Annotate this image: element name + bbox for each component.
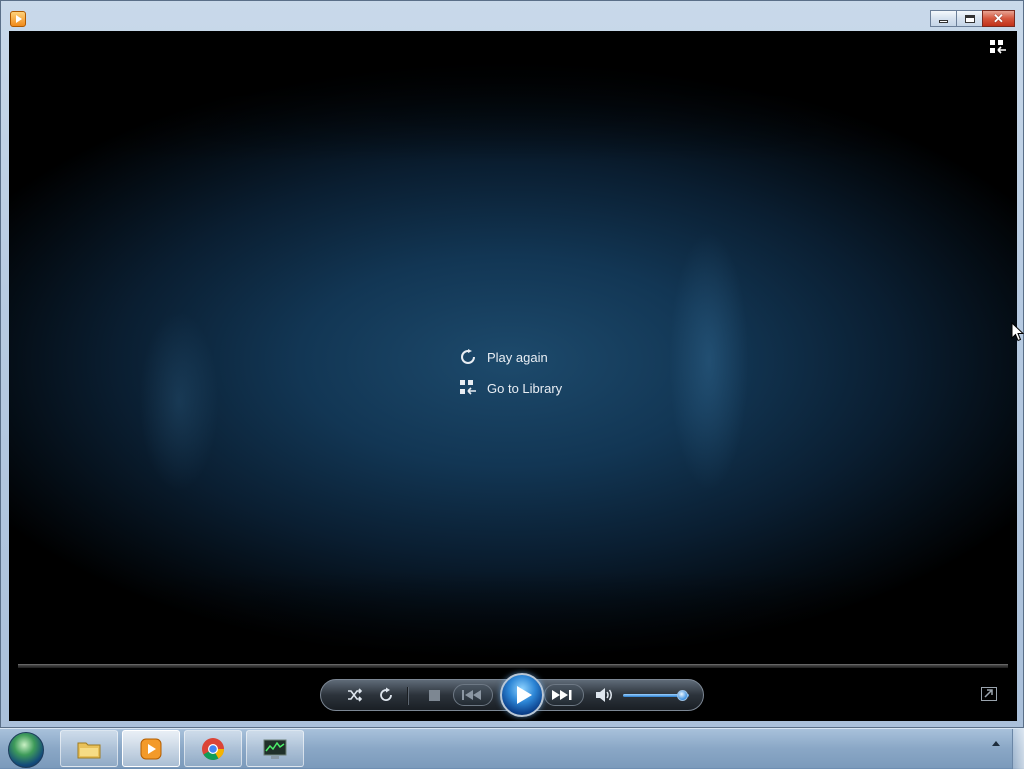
- now-playing-area: Play again Go to Library: [9, 31, 1017, 721]
- media-player-app-icon[interactable]: [10, 11, 26, 27]
- taskbar-item-windows-explorer[interactable]: [60, 730, 118, 767]
- folder-icon: [77, 742, 101, 759]
- mute-button[interactable]: [595, 686, 615, 704]
- shuffle-icon: [348, 688, 363, 702]
- start-button[interactable]: [8, 732, 44, 768]
- show-hidden-icons-arrow[interactable]: [992, 741, 1000, 746]
- taskbar-item-google-chrome[interactable]: [184, 730, 242, 767]
- media-player-window: ✕ Play again Go to Library: [0, 0, 1024, 728]
- play-again-label: Play again: [487, 349, 548, 365]
- stop-button[interactable]: [424, 686, 444, 704]
- maximize-icon: [964, 14, 975, 23]
- playback-controls: [320, 673, 704, 717]
- taskbar-item-windows-media-player[interactable]: [122, 730, 180, 767]
- volume-icon: [596, 688, 612, 702]
- maximize-button[interactable]: [956, 10, 983, 27]
- stop-icon: [428, 689, 440, 701]
- repeat-button[interactable]: [376, 686, 396, 704]
- previous-icon: [462, 690, 481, 700]
- go-to-library-label: Go to Library: [487, 380, 563, 396]
- mouse-cursor-icon: [1011, 322, 1024, 342]
- repeat-icon: [380, 687, 392, 701]
- play-icon: [517, 686, 532, 704]
- minimize-button[interactable]: [930, 10, 957, 27]
- window-controls: ✕: [930, 10, 1015, 27]
- end-of-playback-menu: Play again Go to Library: [459, 347, 562, 409]
- volume-slider-thumb[interactable]: [676, 690, 688, 701]
- monitor-icon: [263, 739, 287, 759]
- play-again-option[interactable]: Play again: [459, 347, 562, 367]
- taskbar: [0, 728, 1024, 769]
- go-to-library-option[interactable]: Go to Library: [459, 378, 562, 398]
- close-button[interactable]: ✕: [982, 10, 1015, 27]
- close-icon: ✕: [993, 11, 1004, 26]
- previous-button[interactable]: [453, 684, 493, 706]
- library-icon: [460, 380, 476, 395]
- replay-icon: [461, 349, 475, 364]
- show-desktop-button[interactable]: [1012, 729, 1024, 769]
- control-divider: [407, 687, 409, 705]
- background-glow: [669, 231, 749, 491]
- chrome-icon: [202, 738, 224, 760]
- switch-to-now-playing-icon[interactable]: [981, 687, 997, 701]
- taskbar-item-task-manager[interactable]: [246, 730, 304, 767]
- shuffle-button[interactable]: [345, 686, 365, 704]
- minimize-icon: [939, 20, 948, 23]
- background-glow: [139, 311, 219, 491]
- play-button[interactable]: [500, 673, 544, 717]
- next-icon: [552, 690, 572, 700]
- media-player-icon: [140, 738, 162, 760]
- title-bar[interactable]: ✕: [1, 1, 1023, 31]
- switch-to-library-icon[interactable]: [989, 39, 1007, 55]
- seek-bar[interactable]: [18, 664, 1008, 668]
- next-button[interactable]: [544, 684, 584, 706]
